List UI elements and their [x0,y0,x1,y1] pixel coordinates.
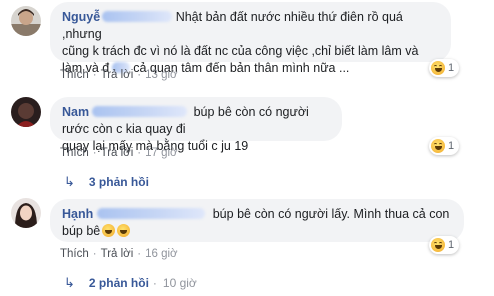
reply-link[interactable]: Trả lời [101,69,134,81]
redacted-name [92,106,188,117]
separator: · [137,248,142,260]
view-replies[interactable]: ↳ 2 phản hồi · 10 giờ [64,275,197,291]
like-link[interactable]: Thích [60,147,89,159]
separator: · [92,69,97,81]
reaction-number: 1 [448,62,455,74]
avatar[interactable] [11,6,41,36]
separator: · [137,69,142,81]
separator: · [92,248,97,260]
laughing-emoji-icon [102,224,116,237]
comment-bubble: Nam búp bê còn có người rước còn c kia q… [50,97,342,153]
comment-bubble: Hạnh búp bê còn có người lấy. Mình thua … [50,199,464,242]
comment-actions: Thích · Trả lời · 17 giờ [60,147,178,159]
reaction-number: 1 [448,140,455,152]
haha-icon [431,139,445,153]
avatar[interactable] [11,97,41,127]
replies-count[interactable]: 3 phản hồi [89,175,149,189]
like-link[interactable]: Thích [60,248,89,260]
comment-actions: Thích · Trả lời · 13 giờ [60,69,178,81]
comment-text: búp bê [62,224,101,238]
reply-arrow-icon: ↳ [64,174,75,189]
timestamp[interactable]: 17 giờ [145,147,177,159]
reply-link[interactable]: Trả lời [101,147,134,159]
separator: · [152,276,157,290]
view-replies[interactable]: ↳ 3 phản hồi [64,174,149,190]
comment-text: cũng k trách đc vì nó là đất nc của công… [62,44,419,58]
replies-count[interactable]: 2 phản hồi [89,276,149,290]
timestamp[interactable]: 13 giờ [145,69,177,81]
timestamp[interactable]: 16 giờ [145,248,177,260]
reaction-count[interactable]: 1 [429,59,460,77]
comment-author[interactable]: Nam [62,105,89,119]
like-link[interactable]: Thích [60,69,89,81]
reply-link[interactable]: Trả lời [101,248,134,260]
laughing-emoji-icon [117,224,131,237]
redacted-name [97,208,206,219]
separator: · [137,147,142,159]
comment-text: búp bê còn có người lấy. Mình thua cả co… [212,207,450,221]
comment-author[interactable]: Nguyễ [62,10,100,24]
comment-author[interactable]: Hạnh [62,207,93,221]
reply-arrow-icon: ↳ [64,275,75,290]
haha-icon [431,238,445,252]
haha-icon [431,61,445,75]
redacted-name [102,11,173,22]
reaction-count[interactable]: 1 [429,137,460,155]
avatar[interactable] [11,198,41,228]
separator: · [92,147,97,159]
timestamp: 10 giờ [162,276,197,290]
comment-bubble: Nguyễ Nhật bản đất nước nhiều thứ điên r… [50,2,451,75]
comment-actions: Thích · Trả lời · 16 giờ [60,248,178,260]
reaction-number: 1 [448,239,455,251]
reaction-count[interactable]: 1 [429,236,460,254]
